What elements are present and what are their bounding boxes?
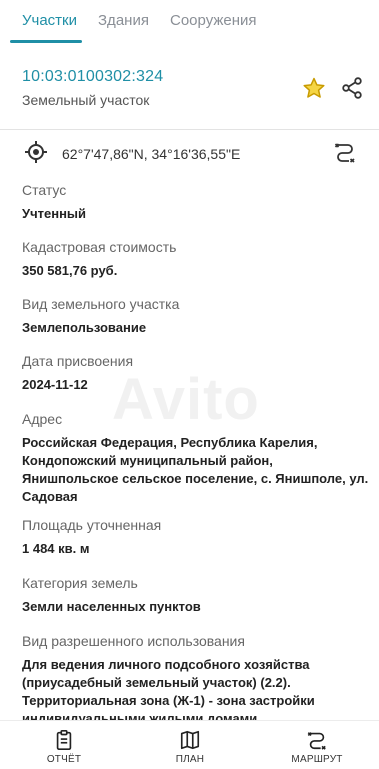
status-label: Статус: [22, 182, 67, 198]
assignment-date-value: 2024-11-12: [22, 377, 88, 392]
plan-label: ПЛАН: [175, 754, 205, 765]
avito-watermark: Avito: [112, 367, 260, 432]
report-button[interactable]: ОТЧЁТ: [24, 729, 104, 765]
route-nav-icon: [307, 732, 326, 750]
header-divider: [0, 129, 379, 130]
parcel-cadastral-number: 10:03:0100302:324: [22, 68, 164, 85]
assignment-date-label: Дата присвоения: [22, 353, 134, 369]
star-icon[interactable]: [302, 76, 326, 100]
status-value: Учтенный: [22, 206, 87, 221]
tab-structures[interactable]: Сооружения: [170, 12, 257, 29]
land-category-label: Категория земель: [22, 575, 138, 591]
area-value: 1 484 кв. м: [22, 541, 90, 556]
share-icon[interactable]: [340, 76, 364, 100]
tab-parcels[interactable]: Участки: [22, 12, 77, 29]
route-icon[interactable]: [333, 140, 357, 164]
report-icon: [56, 730, 72, 750]
address-value: Российская Федерация, Республика Карелия…: [22, 435, 369, 504]
locate-icon[interactable]: [24, 140, 48, 164]
map-icon: [180, 730, 200, 750]
parcel-kind-value: Землепользование: [22, 320, 147, 335]
address-label: Адрес: [22, 411, 63, 427]
cadastral-cost-value: 350 581,76 руб.: [22, 263, 118, 278]
permitted-use-label: Вид разрешенного использования: [22, 633, 245, 649]
area-label: Площадь уточненная: [22, 517, 162, 533]
permitted-use-value: Для ведения личного подсобного хозяйства…: [22, 657, 315, 726]
report-label: ОТЧЁТ: [46, 754, 82, 765]
coordinates-text: 62°7'47,86"N, 34°16'36,55"E: [62, 146, 241, 162]
active-tab-indicator: [10, 40, 82, 43]
route-button[interactable]: МАРШРУТ: [277, 729, 357, 765]
plan-button[interactable]: ПЛАН: [150, 729, 230, 765]
bottom-navigation: ОТЧЁТ ПЛАН МАРШРУТ: [0, 720, 379, 769]
route-label: МАРШРУТ: [291, 754, 343, 765]
land-category-value: Земли населенных пунктов: [22, 599, 201, 614]
tab-buildings[interactable]: Здания: [98, 12, 149, 29]
cadastral-cost-label: Кадастровая стоимость: [22, 239, 177, 255]
parcel-kind-label: Вид земельного участка: [22, 296, 180, 312]
parcel-type: Земельный участок: [22, 92, 150, 108]
tab-bar: Участки Здания Сооружения: [0, 0, 379, 43]
